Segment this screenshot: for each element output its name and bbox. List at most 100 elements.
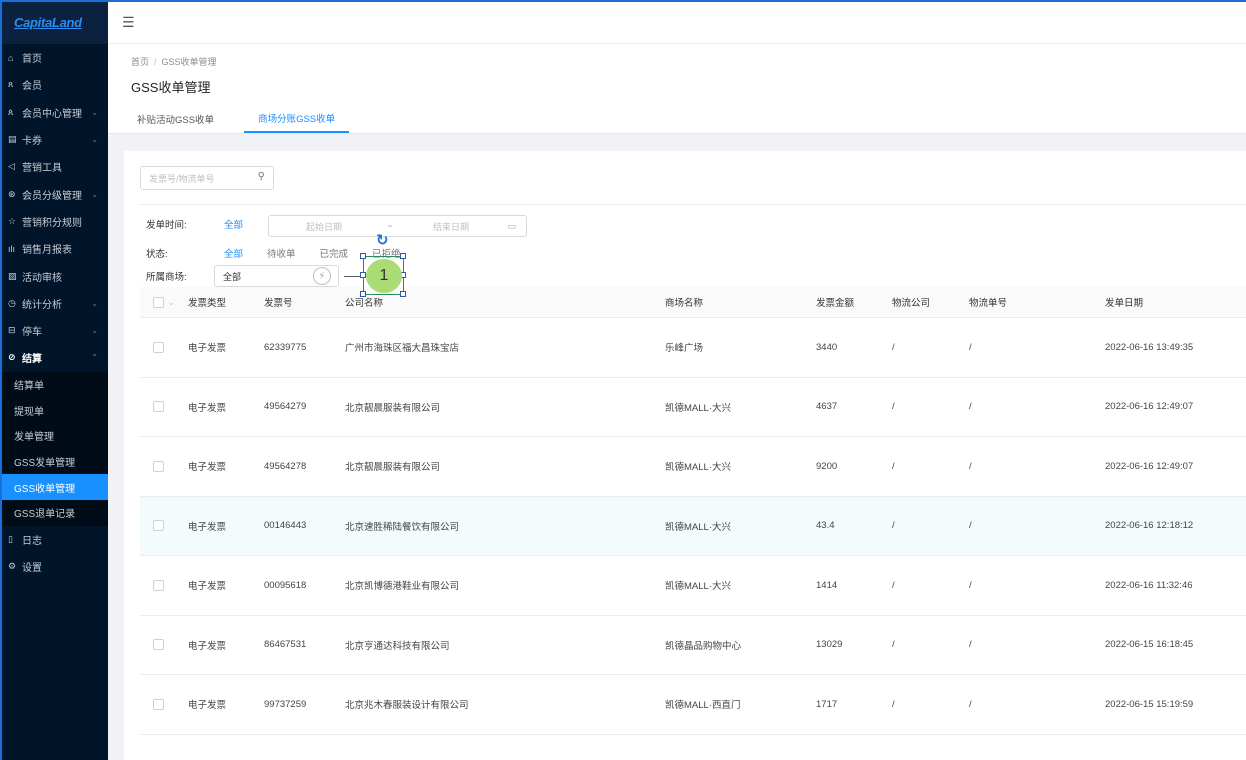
table-row[interactable]: 电子发票 86467531 北京亨通达科技有限公司 凯德晶品购物中心 13029… bbox=[140, 616, 1246, 675]
checkbox[interactable] bbox=[153, 341, 164, 353]
resize-handle[interactable] bbox=[360, 291, 366, 297]
resize-handle[interactable] bbox=[400, 253, 406, 259]
sidebar-item-member[interactable]: ጸ 会员 bbox=[2, 71, 108, 98]
end-date-input[interactable]: 结束日期 bbox=[401, 220, 501, 233]
sidebar-item-coupons[interactable]: ▤ 卡券 ⌄ bbox=[2, 126, 108, 153]
cell-send-date: 2022-06-16 13:49:35 bbox=[1105, 341, 1194, 353]
table-row-partial[interactable] bbox=[140, 735, 1246, 760]
menu-fold-icon[interactable]: ☰ bbox=[122, 14, 135, 31]
sidebar-item-member-center[interactable]: ጰ 会员中心管理 ⌄ bbox=[2, 99, 108, 126]
cell-logistics-company: / bbox=[892, 639, 895, 651]
checkbox[interactable] bbox=[153, 460, 164, 472]
chevron-down-icon[interactable]: ⌄ bbox=[168, 298, 175, 307]
sidebar-subitem-gss-receive[interactable]: GSS收单管理 bbox=[2, 474, 108, 500]
sidebar-item-log[interactable]: ▯ 日志 bbox=[2, 526, 108, 553]
table-row[interactable]: 电子发票 49564278 北京靓晨服装有限公司 凯德MALL·大兴 9200 … bbox=[140, 437, 1246, 497]
filter-mall-label: 所属商场: bbox=[146, 272, 187, 283]
cell-amount: 9200 bbox=[816, 460, 838, 472]
user-icon: ጸ bbox=[8, 79, 14, 90]
sidebar-subitem-gss-send[interactable]: GSS发单管理 bbox=[2, 449, 108, 475]
cell-amount: 3440 bbox=[816, 341, 838, 353]
rotate-icon[interactable]: ↻ bbox=[376, 231, 389, 249]
table-row[interactable]: 电子发票 00095618 北京凯博德港鞋业有限公司 凯德MALL·大兴 141… bbox=[140, 556, 1246, 616]
filter-time-all[interactable]: 全部 bbox=[224, 217, 243, 231]
date-range-picker[interactable]: 起始日期 ~ 结束日期 ▭ bbox=[268, 215, 527, 237]
cell-logistics-company: / bbox=[892, 698, 895, 710]
sidebar-subitem-settlement-order[interactable]: 结算单 bbox=[2, 372, 108, 398]
tab-bar: 补贴活动GSS收单 商场分账GSS收单 bbox=[131, 105, 365, 133]
row-checkbox[interactable] bbox=[153, 675, 164, 734]
cell-logistics-company: / bbox=[892, 579, 895, 591]
cell-logistics-no: / bbox=[969, 639, 972, 651]
row-checkbox[interactable] bbox=[153, 556, 164, 615]
chevron-down-icon: ⌄ bbox=[91, 107, 98, 117]
cell-mall: 凯德MALL·大兴 bbox=[665, 402, 731, 414]
cell-mall: 凯德MALL·大兴 bbox=[665, 581, 731, 593]
tab-mall-split-gss[interactable]: 商场分账GSS收单 bbox=[244, 105, 350, 133]
row-checkbox[interactable] bbox=[153, 378, 164, 437]
sidebar-subitem-withdrawal[interactable]: 提现单 bbox=[2, 397, 108, 423]
tab-subsidy-gss[interactable]: 补贴活动GSS收单 bbox=[131, 105, 228, 133]
checkbox[interactable] bbox=[153, 639, 164, 651]
sidebar-item-marketing-tools[interactable]: ◁ 营销工具 bbox=[2, 153, 108, 180]
row-checkbox[interactable] bbox=[153, 616, 164, 675]
search-icon[interactable]: ⚲ bbox=[258, 171, 265, 182]
cell-logistics-no: / bbox=[969, 698, 972, 710]
checkbox[interactable] bbox=[153, 520, 164, 532]
filter-status-pending[interactable]: 待收单 bbox=[267, 246, 296, 260]
row-checkbox[interactable] bbox=[153, 437, 164, 496]
cell-logistics-no: / bbox=[969, 401, 972, 413]
sidebar-item-monthly-report[interactable]: ılı 销售月报表 bbox=[2, 235, 108, 262]
checkbox[interactable] bbox=[153, 579, 164, 591]
table-row[interactable]: 电子发票 62339775 广州市海珠区福大昌珠宝店 乐峰广场 3440 / /… bbox=[140, 318, 1246, 378]
filter-status-label: 状态: bbox=[146, 249, 168, 260]
sidebar-item-label: 会员中心管理 bbox=[22, 108, 82, 120]
resize-handle[interactable] bbox=[360, 253, 366, 259]
sidebar-item-points-rules[interactable]: ☆ 营销积分规则 bbox=[2, 208, 108, 235]
search-input[interactable]: 发票号/物流单号 ⚲ bbox=[140, 166, 274, 190]
row-checkbox[interactable] bbox=[153, 497, 164, 556]
page-title: GSS收单管理 bbox=[131, 80, 211, 95]
sidebar-item-activity-review[interactable]: ▨ 活动审核 bbox=[2, 262, 108, 289]
mall-select[interactable]: 全部 ⚡ bbox=[214, 265, 339, 287]
row-checkbox[interactable] bbox=[153, 318, 164, 377]
cell-invoice-type: 电子发票 bbox=[188, 402, 227, 414]
cell-invoice-type: 电子发票 bbox=[188, 640, 227, 652]
breadcrumb-home[interactable]: 首页 bbox=[131, 57, 149, 67]
table-row[interactable]: 电子发票 49564279 北京靓晨服装有限公司 凯德MALL·大兴 4637 … bbox=[140, 378, 1246, 437]
table-row[interactable]: 电子发票 99737259 北京兆木春服装设计有限公司 凯德MALL·西直门 1… bbox=[140, 675, 1246, 735]
level-icon: ⊛ bbox=[8, 188, 16, 199]
cell-logistics-no: / bbox=[969, 460, 972, 472]
resize-handle[interactable] bbox=[400, 291, 406, 297]
sidebar-item-parking[interactable]: ⊟ 停车 ⌄ bbox=[2, 317, 108, 344]
sidebar-item-home[interactable]: ⌂ 首页 bbox=[2, 44, 108, 71]
sidebar-item-statistics[interactable]: ◷ 统计分析 ⌄ bbox=[2, 290, 108, 317]
logo[interactable]: CapitaLand bbox=[2, 0, 108, 44]
settlement-icon: ⊘ bbox=[8, 352, 16, 363]
sidebar-subitem-invoice-send[interactable]: 发单管理 bbox=[2, 423, 108, 449]
lightning-icon[interactable]: ⚡ bbox=[313, 267, 331, 285]
settlement-submenu: 结算单 提现单 发单管理 GSS发单管理 GSS收单管理 GSS退单记录 bbox=[2, 371, 108, 526]
sidebar-item-settings[interactable]: ⚙ 设置 bbox=[2, 553, 108, 580]
sidebar-subitem-gss-refund[interactable]: GSS退单记录 bbox=[2, 500, 108, 526]
annotation-number-badge[interactable]: 1 bbox=[366, 259, 402, 293]
start-date-input[interactable]: 起始日期 bbox=[269, 220, 379, 233]
cell-amount: 13029 bbox=[816, 639, 843, 651]
search-placeholder: 发票号/物流单号 bbox=[149, 173, 215, 184]
sidebar-item-member-level[interactable]: ⊛ 会员分级管理 ⌄ bbox=[2, 180, 108, 207]
checkbox[interactable] bbox=[153, 296, 164, 308]
table-row[interactable]: 电子发票 00146443 北京速胜稀陆餐饮有限公司 凯德MALL·大兴 43.… bbox=[140, 496, 1246, 556]
sidebar-item-settlement[interactable]: ⊘ 结算 ⌃ bbox=[2, 344, 108, 371]
users-icon: ጰ bbox=[8, 106, 14, 117]
filter-time-label: 发单时间: bbox=[146, 220, 187, 231]
filter-status-completed[interactable]: 已完成 bbox=[320, 246, 349, 260]
filter-status-all[interactable]: 全部 bbox=[224, 246, 243, 260]
select-all-checkbox[interactable]: ⌄ bbox=[153, 287, 175, 317]
chevron-down-icon: ⌄ bbox=[91, 326, 98, 336]
checkbox[interactable] bbox=[153, 401, 164, 413]
cell-company: 北京靓晨服装有限公司 bbox=[345, 462, 441, 474]
cell-company: 北京速胜稀陆餐饮有限公司 bbox=[345, 521, 460, 533]
sidebar-item-label: 首页 bbox=[22, 54, 42, 66]
column-header-logistics-company: 物流公司 bbox=[892, 298, 931, 309]
checkbox[interactable] bbox=[153, 698, 164, 710]
